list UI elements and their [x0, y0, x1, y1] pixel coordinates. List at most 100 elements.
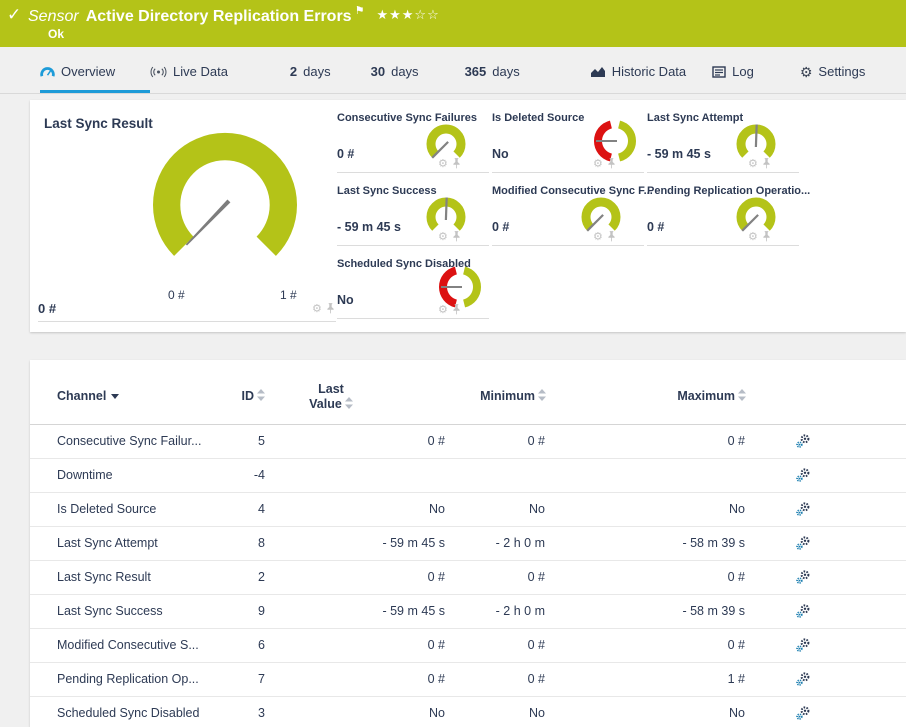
tab-label: Log: [732, 64, 754, 79]
channel-name: Scheduled Sync Disabled: [57, 706, 200, 720]
channel-name: Is Deleted Source: [57, 502, 157, 516]
pin-icon[interactable]: [326, 303, 335, 314]
table-row: Is Deleted Source 4 No No No: [30, 493, 906, 527]
channel-settings-icon[interactable]: [795, 467, 811, 486]
gauge-cell: Is Deleted Source No ⚙: [492, 109, 644, 173]
minimum-value: No: [529, 502, 545, 516]
minimum-value: 0 #: [527, 672, 545, 686]
channel-id: 3: [258, 706, 265, 720]
tab-number: 30: [370, 64, 386, 79]
tab-30-days[interactable]: 30 days: [371, 47, 419, 93]
column-header-maximum[interactable]: Maximum: [666, 389, 746, 404]
sort-desc-icon: [111, 394, 120, 399]
minimum-value: 0 #: [527, 638, 545, 652]
gauge-value: 0 #: [337, 147, 355, 161]
priority-stars[interactable]: ★★★☆☆: [376, 7, 439, 22]
tab-overview[interactable]: Overview: [40, 47, 150, 93]
gauge-cell: Scheduled Sync Disabled No ⚙: [337, 255, 489, 319]
pin-icon[interactable]: [607, 158, 616, 169]
column-header-channel[interactable]: Channel: [57, 389, 120, 403]
gauge-title: Pending Replication Operatio...: [647, 185, 811, 197]
pin-icon[interactable]: [452, 158, 461, 169]
tab-label: Settings: [818, 64, 866, 79]
tab-historic-data[interactable]: Historic Data: [590, 47, 686, 93]
main-gauge: [153, 132, 297, 256]
pin-icon[interactable]: [762, 231, 771, 242]
gauge-title: Last Sync Attempt: [647, 112, 744, 124]
maximum-value: 0 #: [727, 570, 745, 584]
gear-icon[interactable]: ⚙: [438, 304, 448, 315]
log-icon: [712, 65, 726, 78]
channels-table-panel: Channel ID Last Value Minimum Maximum Co…: [30, 360, 906, 727]
minimum-value: 0 #: [527, 570, 545, 584]
channel-settings-icon[interactable]: [795, 569, 811, 588]
table-header: Channel ID Last Value Minimum Maximum: [30, 360, 906, 425]
channel-name: Modified Consecutive S...: [57, 638, 199, 652]
pin-icon[interactable]: [452, 231, 461, 242]
tab-label: days: [303, 64, 331, 79]
channel-settings-icon[interactable]: [795, 603, 811, 622]
tab-2-days[interactable]: 2 days: [290, 47, 331, 93]
channel-settings-icon[interactable]: [795, 433, 811, 452]
gear-icon: ⚙: [799, 63, 813, 80]
table-row: Downtime -4: [30, 459, 906, 493]
channel-settings-icon[interactable]: [795, 705, 811, 724]
broadcast-icon: [150, 66, 167, 78]
sort-icon: [344, 397, 353, 413]
channel-name: Last Sync Attempt: [57, 536, 158, 550]
gear-icon[interactable]: ⚙: [748, 158, 758, 169]
gauge-value: No: [337, 293, 354, 307]
column-header-minimum[interactable]: Minimum: [466, 389, 546, 404]
channel-settings-icon[interactable]: [795, 671, 811, 690]
prtg-sensor-page: ✓ Sensor Active Directory Replication Err…: [0, 0, 906, 727]
gauge-cell: Last Sync Attempt - 59 m 45 s ⚙: [647, 109, 799, 173]
tab-label: days: [391, 64, 419, 79]
maximum-value: No: [729, 502, 745, 516]
channel-name: Downtime: [57, 468, 113, 482]
maximum-value: - 58 m 39 s: [682, 536, 745, 550]
channel-name: Pending Replication Op...: [57, 672, 199, 686]
pin-icon[interactable]: [607, 231, 616, 242]
pin-icon[interactable]: [762, 158, 771, 169]
pin-icon[interactable]: [452, 304, 461, 315]
table-row: Last Sync Attempt 8 - 59 m 45 s - 2 h 0 …: [30, 527, 906, 561]
tab-365-days[interactable]: 365 days: [465, 47, 520, 93]
channel-settings-icon[interactable]: [795, 501, 811, 520]
page-title: Active Directory Replication Errors: [85, 8, 352, 25]
main-gauge-min-label: 0 #: [168, 288, 185, 302]
minimum-value: No: [529, 706, 545, 720]
gauge-value: 0 #: [647, 220, 665, 234]
gauge-value: 0 #: [492, 220, 510, 234]
tab-settings[interactable]: ⚙ Settings: [800, 47, 866, 93]
gauge-title: Modified Consecutive Sync F...: [492, 185, 653, 197]
column-header-id[interactable]: ID: [205, 389, 265, 404]
sort-icon: [257, 389, 265, 404]
gauge-value: No: [492, 147, 509, 161]
main-gauge-value: 0 #: [38, 301, 57, 316]
main-gauge-max-label: 1 #: [280, 288, 297, 302]
maximum-value: 1 #: [727, 672, 745, 686]
gear-icon[interactable]: ⚙: [438, 231, 448, 242]
gear-icon[interactable]: ⚙: [438, 158, 448, 169]
channel-id: 4: [258, 502, 265, 516]
main-gauge-title: Last Sync Result: [44, 116, 153, 131]
gear-icon[interactable]: ⚙: [748, 231, 758, 242]
tab-label: days: [492, 64, 520, 79]
channel-id: -4: [253, 468, 265, 482]
gauge-cell: Last Sync Success - 59 m 45 s ⚙: [337, 182, 489, 246]
gear-icon[interactable]: ⚙: [312, 303, 322, 314]
tab-log[interactable]: Log: [712, 47, 754, 93]
sort-icon: [738, 389, 746, 404]
channel-settings-icon[interactable]: [795, 637, 811, 656]
gear-icon[interactable]: ⚙: [593, 231, 603, 242]
column-header-last-value[interactable]: Last Value: [300, 382, 362, 413]
minimum-value: - 2 h 0 m: [495, 604, 545, 618]
tab-label: Overview: [61, 64, 116, 79]
channel-settings-icon[interactable]: [795, 535, 811, 554]
object-kind-label: Sensor: [28, 8, 79, 25]
tab-live-data[interactable]: Live Data: [150, 47, 228, 93]
gauge-cell: Pending Replication Operatio... 0 # ⚙: [647, 182, 810, 246]
table-row: Modified Consecutive S... 6 0 # 0 # 0 #: [30, 629, 906, 663]
channel-id: 8: [258, 536, 265, 550]
gear-icon[interactable]: ⚙: [593, 158, 603, 169]
